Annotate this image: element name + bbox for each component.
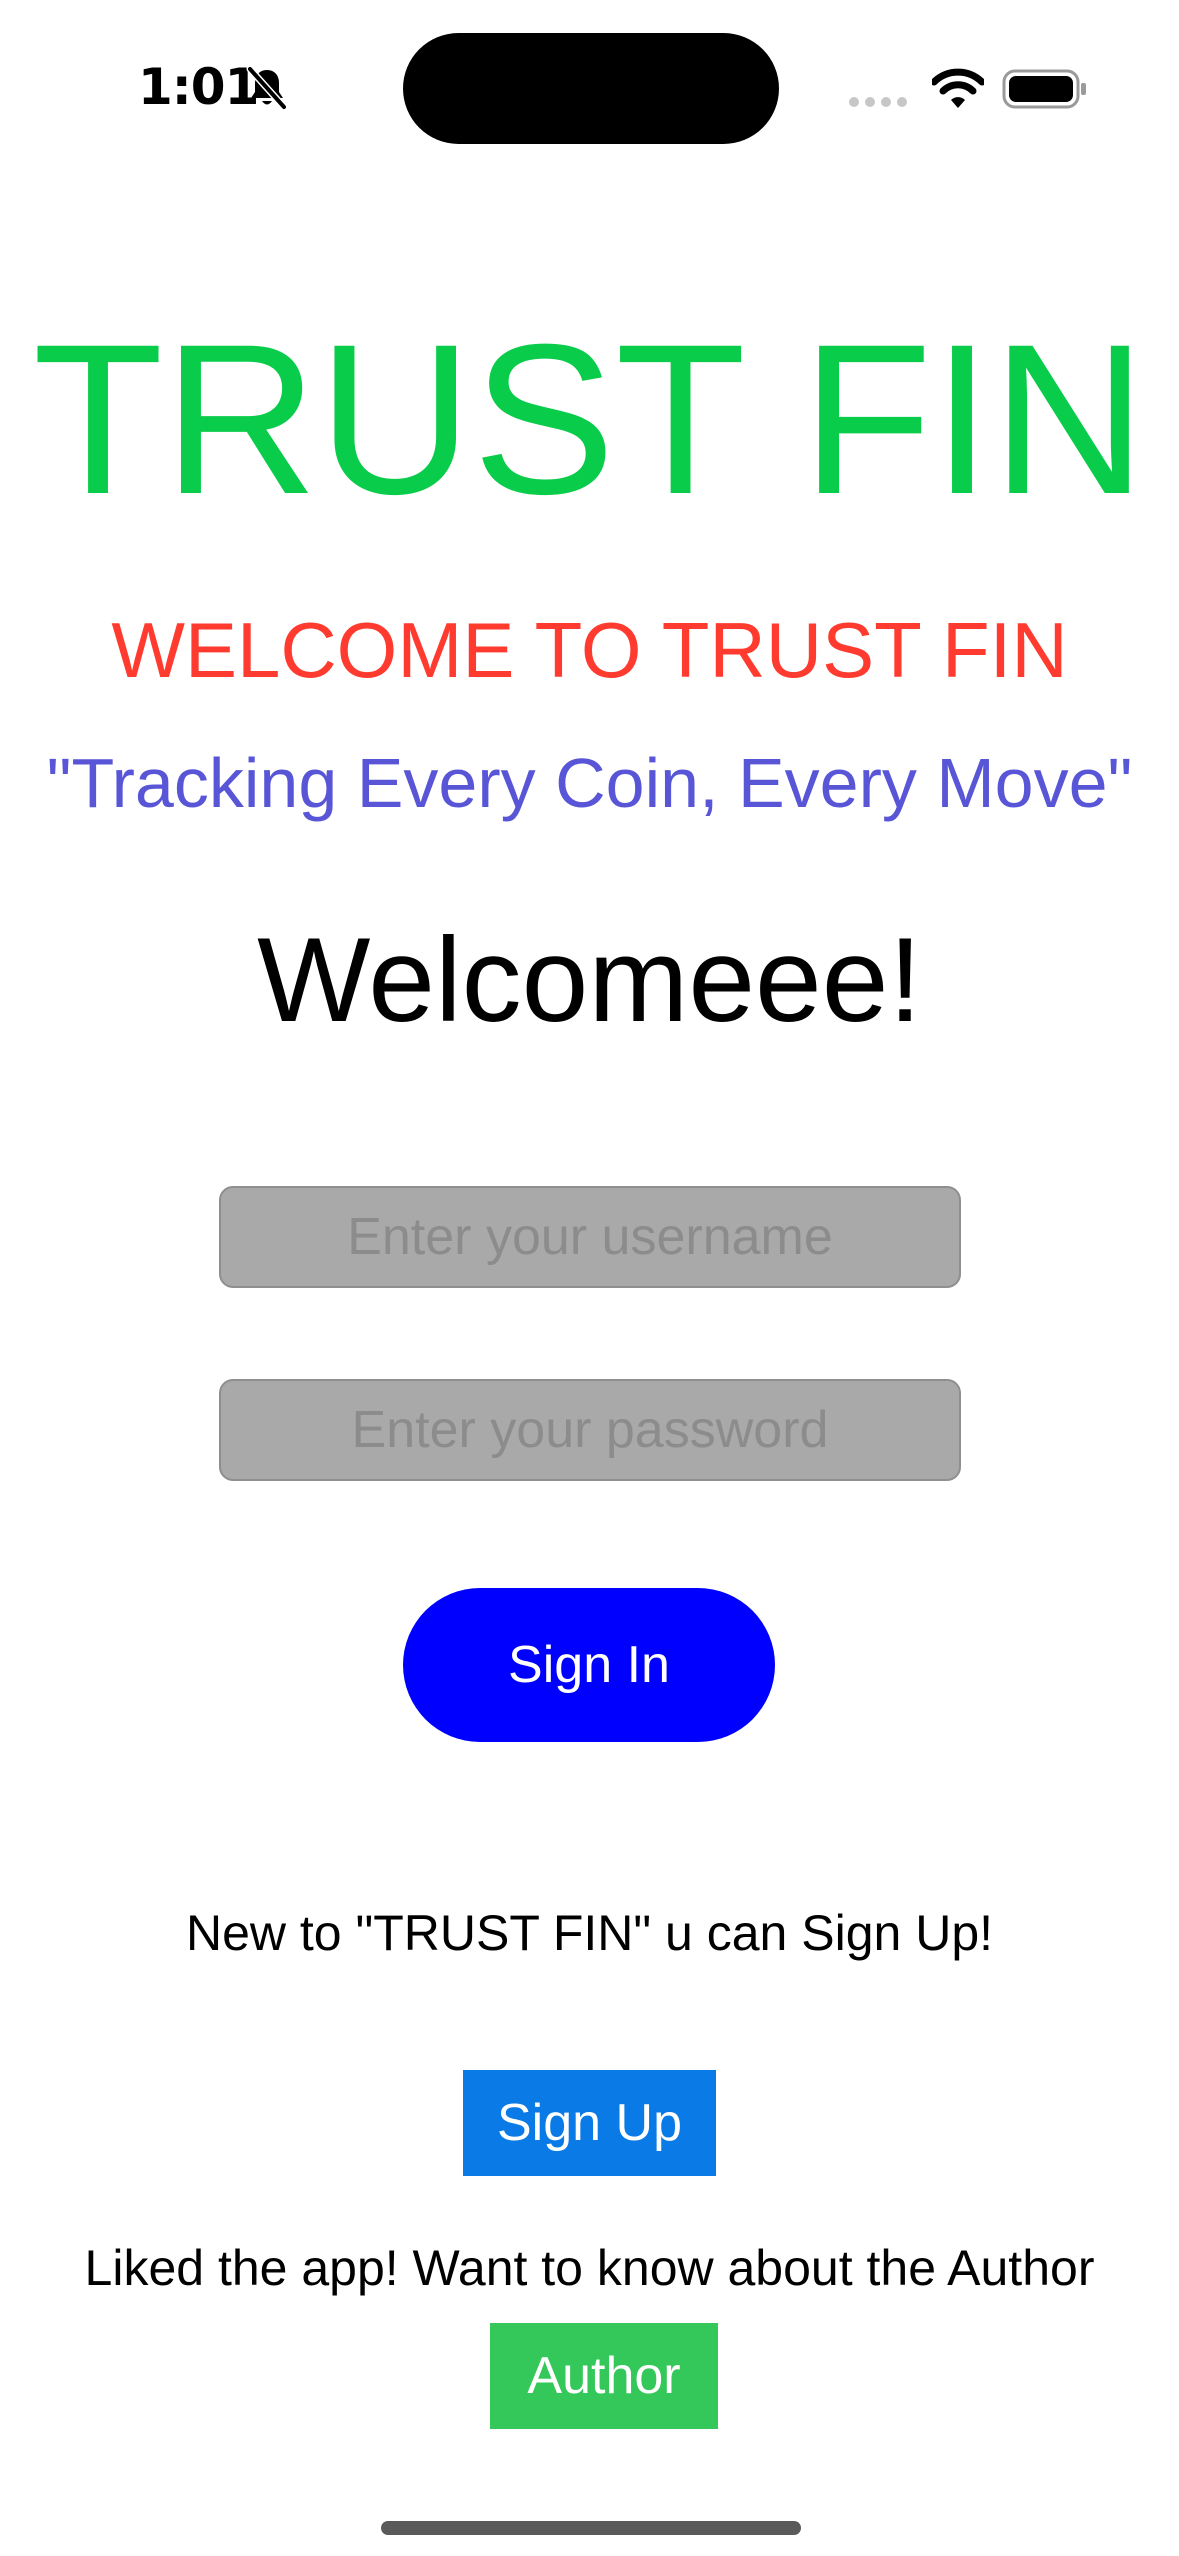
sign-up-button[interactable]: Sign Up [463, 2070, 716, 2176]
wifi-icon [932, 68, 984, 108]
author-button[interactable]: Author [490, 2323, 718, 2429]
sign-in-button[interactable]: Sign In [403, 1588, 775, 1742]
greeting-heading: Welcomeee! [257, 913, 922, 1047]
app-title: TRUST FIN [32, 300, 1147, 539]
signal-dots-icon [849, 97, 907, 107]
home-indicator[interactable] [381, 2521, 801, 2535]
status-time: 1:01 [138, 58, 259, 116]
bell-slash-icon [246, 66, 288, 110]
author-prompt: Liked the app! Want to know about the Au… [84, 2240, 1095, 2296]
tagline: "Tracking Every Coin, Every Move" [46, 744, 1133, 822]
username-input[interactable] [219, 1186, 961, 1288]
password-input[interactable] [219, 1379, 961, 1481]
dynamic-island [403, 33, 779, 144]
signup-prompt: New to "TRUST FIN" u can Sign Up! [185, 1905, 994, 1961]
welcome-banner: WELCOME TO TRUST FIN [111, 606, 1068, 694]
battery-icon [1002, 69, 1086, 109]
